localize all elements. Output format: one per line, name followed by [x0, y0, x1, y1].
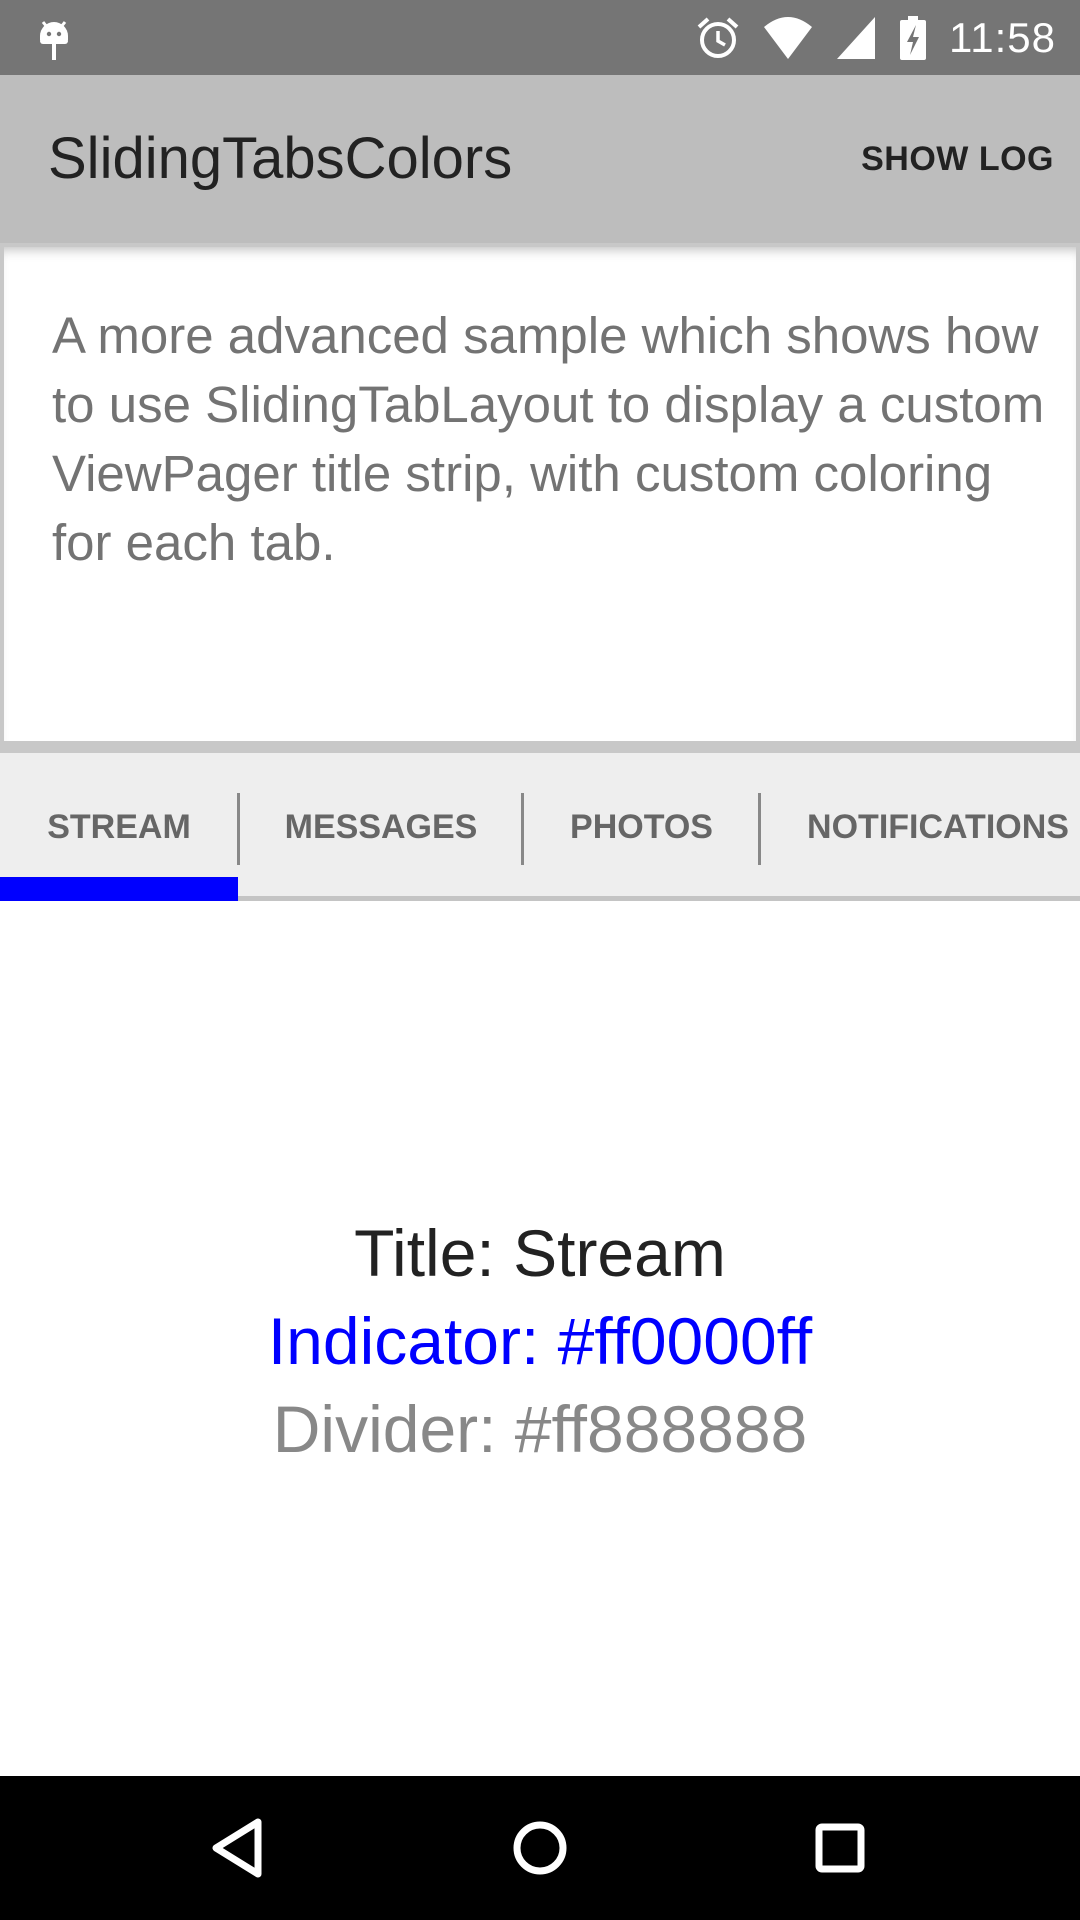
- content-title-text: Title: Stream: [354, 1216, 726, 1290]
- status-bar: 11:58: [0, 0, 1080, 75]
- show-log-button[interactable]: SHOW LOG: [861, 75, 1054, 243]
- app-bar: SlidingTabsColors SHOW LOG: [0, 75, 1080, 243]
- content-divider-text: Divider: #ff888888: [272, 1392, 808, 1466]
- signal-icon: [837, 16, 875, 59]
- recents-icon[interactable]: [790, 1798, 890, 1898]
- navigation-bar: [0, 1776, 1080, 1920]
- alarm-icon: [697, 17, 739, 58]
- selected-tab-indicator: [0, 877, 238, 901]
- home-icon[interactable]: [490, 1798, 590, 1898]
- tab-photos[interactable]: PHOTOS: [524, 753, 759, 901]
- content-indicator-text: Indicator: #ff0000ff: [267, 1304, 813, 1378]
- description-text: A more advanced sample which shows how t…: [52, 307, 1045, 571]
- back-icon[interactable]: [190, 1798, 290, 1898]
- page-content: Title: Stream Indicator: #ff0000ff Divid…: [0, 901, 1080, 1776]
- description-panel: A more advanced sample which shows how t…: [0, 243, 1080, 753]
- android-debug-icon: [40, 21, 68, 60]
- tab-messages[interactable]: MESSAGES: [240, 753, 522, 901]
- tab-notifications[interactable]: NOTIFICATIONS: [761, 753, 1080, 901]
- status-time: 11:58: [949, 13, 1056, 61]
- wifi-icon: [764, 16, 812, 59]
- battery-charging-icon: [900, 15, 926, 60]
- app-title: SlidingTabsColors: [48, 126, 513, 191]
- sliding-tab-strip[interactable]: STREAM MESSAGES PHOTOS NOTIFICATIONS: [0, 753, 1080, 901]
- description-card: A more advanced sample which shows how t…: [4, 247, 1076, 741]
- screen: 11:58 SlidingTabsColors SHOW LOG A more …: [0, 0, 1080, 1920]
